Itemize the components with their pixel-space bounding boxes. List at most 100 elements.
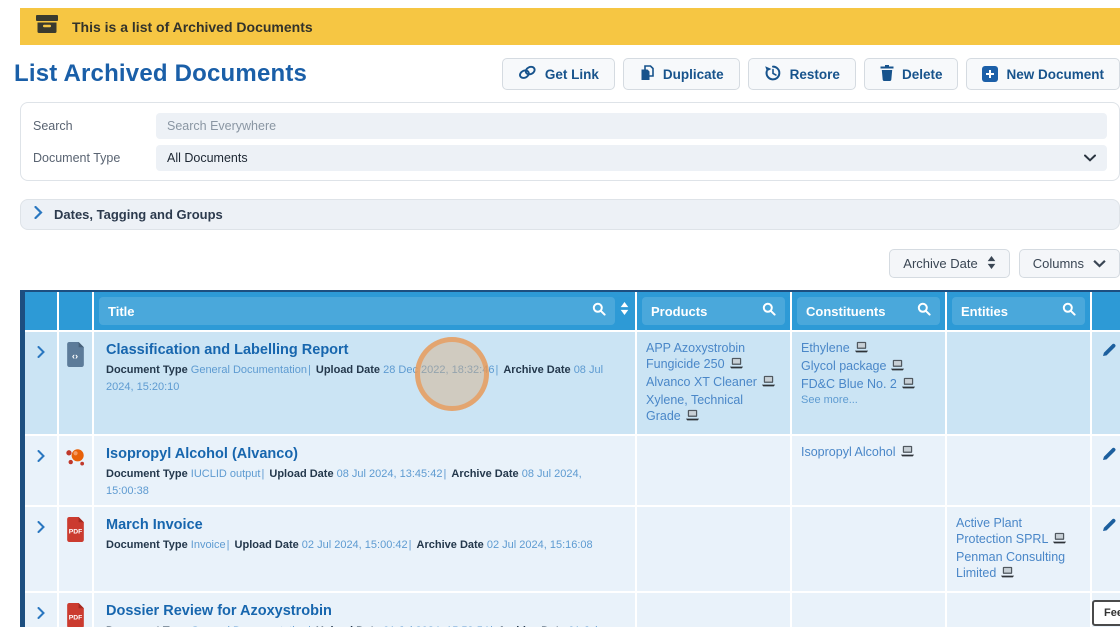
xml-file-icon: ‹› (59, 332, 92, 434)
delete-label: Delete (901, 66, 943, 82)
svg-text:PDF: PDF (69, 615, 83, 622)
chevron-right-icon (37, 449, 45, 505)
duplicate-button[interactable]: Duplicate (622, 58, 740, 90)
see-more-link[interactable]: See more... (801, 394, 936, 406)
entity-link[interactable]: Penman Consulting Limited (956, 549, 1081, 581)
expand-row-button[interactable] (25, 332, 57, 434)
page-title: List Archived Documents (14, 60, 308, 87)
table-row: PDF March Invoice Document Type Invoice|… (25, 507, 1120, 591)
edit-pencil-icon[interactable] (1101, 517, 1117, 538)
entity-link[interactable]: Active Plant Protection SPRL (956, 515, 1081, 547)
sort-by-archive-date-button[interactable]: Archive Date (889, 249, 1010, 278)
header-actions-cell (1092, 292, 1120, 330)
table-row: Isopropyl Alcohol (Alvanco) Document Typ… (25, 436, 1120, 505)
laptop-icon (1001, 566, 1015, 578)
constituent-link[interactable]: FD&C Blue No. 2 (801, 376, 936, 392)
expand-row-button[interactable] (25, 507, 57, 591)
search-input[interactable] (156, 112, 1107, 139)
product-link[interactable]: APP Azoxystrobin Fungicide 250 (646, 340, 781, 372)
entities-header-label: Entities (961, 303, 1008, 319)
plus-icon (982, 66, 999, 82)
constituents-cell (792, 593, 945, 627)
document-meta: Document Type General Documentation| Upl… (106, 364, 604, 393)
constituents-cell: Ethylene Glycol package FD&C Blue No. 2 … (792, 332, 945, 434)
edit-pencil-icon[interactable] (1101, 446, 1117, 467)
chevron-down-icon (1093, 256, 1106, 271)
document-title-link[interactable]: Isopropyl Alcohol (Alvanco) (106, 446, 298, 462)
banner-text: This is a list of Archived Documents (72, 18, 313, 35)
columns-button[interactable]: Columns (1018, 249, 1120, 278)
entities-column-header[interactable]: Entities (952, 297, 1085, 325)
constituents-header-label: Constituents (806, 303, 886, 319)
product-link[interactable]: Xylene, Technical Grade (646, 392, 781, 424)
toolbar: Get Link Duplicate Restore Delete New Do… (501, 58, 1120, 90)
page-header: List Archived Documents Get Link Duplica… (14, 58, 1120, 90)
chevron-right-icon (37, 345, 45, 434)
upload-date-value: 28 Dec 2022, 18:32:46 (383, 364, 495, 376)
expand-row-button[interactable] (25, 436, 57, 505)
document-title-link[interactable]: March Invoice (106, 517, 203, 533)
table-row: ‹› Classification and Labelling Report D… (25, 332, 1120, 434)
constituent-link[interactable]: Isopropyl Alcohol (801, 444, 936, 460)
products-cell (637, 507, 790, 591)
document-meta: Document Type General Documentation| Upl… (106, 623, 611, 627)
document-type-value: All Documents (167, 150, 248, 165)
title-sort-icon[interactable] (620, 302, 629, 320)
laptop-icon (900, 445, 914, 457)
link-icon (518, 65, 537, 83)
doc-type-label: Document Type (106, 364, 188, 376)
search-icon[interactable] (762, 302, 776, 321)
restore-button[interactable]: Restore (747, 58, 856, 90)
info-banner: This is a list of Archived Documents (20, 8, 1120, 45)
laptop-icon (891, 359, 905, 371)
title-header-label: Title (108, 303, 135, 319)
constituent-link[interactable]: Glycol package (801, 358, 936, 374)
doc-type-value[interactable]: General Documentation (191, 364, 307, 376)
title-column-header[interactable]: Title (99, 297, 615, 325)
duplicate-label: Duplicate (662, 66, 724, 82)
header-icon-cell (59, 292, 92, 330)
products-column-header[interactable]: Products (642, 297, 785, 325)
chevron-right-icon (37, 606, 45, 627)
delete-button[interactable]: Delete (863, 58, 959, 90)
laptop-icon (685, 409, 699, 421)
products-cell (637, 593, 790, 627)
edit-pencil-icon[interactable] (1101, 342, 1117, 363)
feedback-button[interactable]: Feedback (1092, 600, 1120, 626)
document-title-link[interactable]: Dossier Review for Azoxystrobin (106, 603, 332, 619)
search-icon[interactable] (917, 302, 931, 321)
entities-cell (947, 593, 1090, 627)
entities-cell (947, 436, 1090, 505)
documents-table: Title Products Constituents Entities ‹› … (20, 290, 1120, 627)
new-document-button[interactable]: New Document (966, 58, 1120, 90)
document-meta: Document Type IUCLID output| Upload Date… (106, 468, 582, 497)
title-cell: Classification and Labelling Report Docu… (94, 332, 635, 434)
entities-cell: Active Plant Protection SPRL Penman Cons… (947, 507, 1090, 591)
products-header-label: Products (651, 303, 708, 319)
constituent-link[interactable]: Ethylene (801, 340, 936, 356)
chevron-down-icon (1084, 149, 1096, 167)
trash-icon (880, 64, 894, 84)
product-link[interactable]: Alvanco XT Cleaner (646, 374, 781, 390)
constituents-column-header[interactable]: Constituents (797, 297, 940, 325)
get-link-button[interactable]: Get Link (501, 58, 615, 90)
search-icon[interactable] (592, 302, 606, 321)
restore-icon (764, 64, 782, 85)
svg-text:‹›: ‹› (72, 351, 78, 361)
pdf-file-icon: PDF (59, 593, 92, 627)
list-controls: Archive Date Columns (20, 249, 1120, 278)
search-icon[interactable] (1062, 302, 1076, 321)
document-type-field-row: Document Type All Documents (33, 144, 1107, 171)
archive-date-label: Archive Date (503, 364, 571, 376)
new-document-label: New Document (1006, 66, 1104, 82)
actions-cell (1092, 332, 1120, 434)
laptop-icon (729, 357, 743, 369)
chevron-right-icon (37, 520, 45, 591)
expand-row-button[interactable] (25, 593, 57, 627)
document-title-link[interactable]: Classification and Labelling Report (106, 342, 349, 358)
dates-tagging-groups-toggle[interactable]: Dates, Tagging and Groups (20, 199, 1120, 230)
laptop-icon (854, 341, 868, 353)
archive-box-icon (36, 14, 58, 39)
actions-cell (1092, 507, 1120, 591)
document-type-select[interactable]: All Documents (156, 144, 1107, 171)
